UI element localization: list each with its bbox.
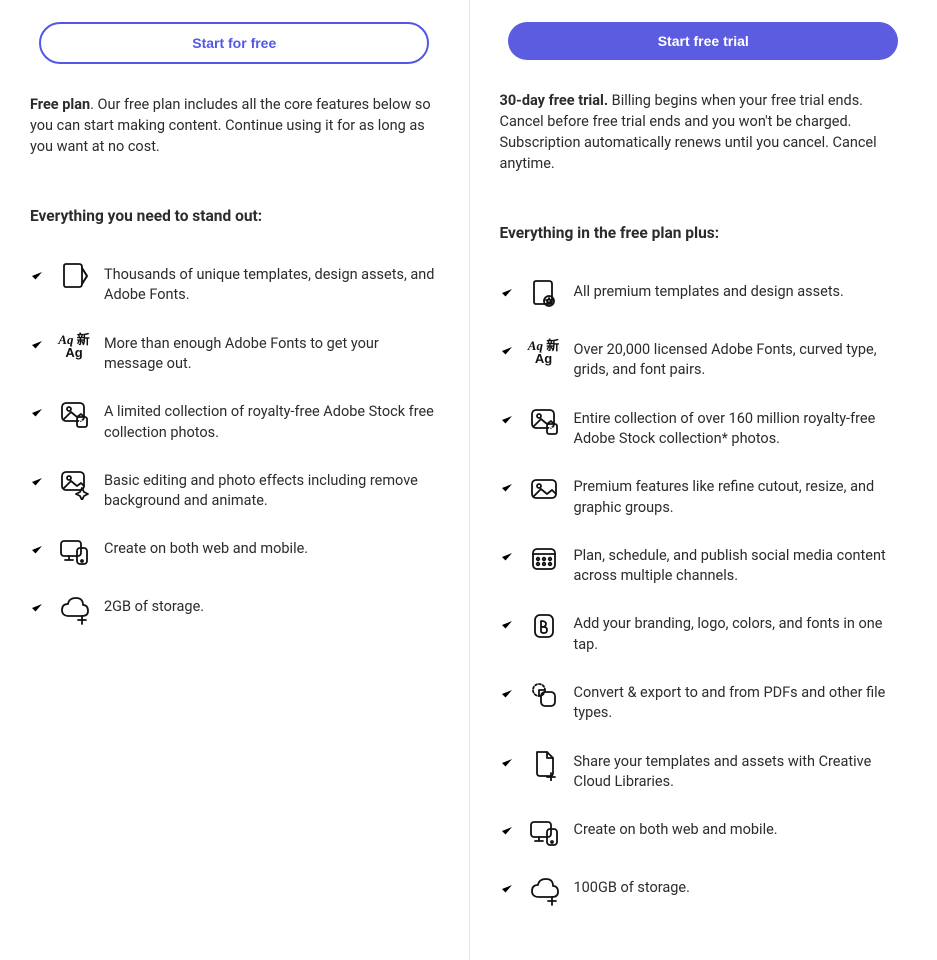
feature-text: Entire collection of over 160 million ro… (574, 403, 908, 450)
premium-photo-icon (524, 471, 564, 507)
feature-item: A limited collection of royalty-free Ado… (30, 396, 439, 443)
feature-item: Add your branding, logo, colors, and fon… (500, 608, 908, 655)
devices-icon (524, 814, 564, 850)
photo-effects-icon (54, 465, 94, 501)
feature-text: 2GB of storage. (104, 591, 439, 617)
check-icon (500, 824, 518, 838)
feature-item: Aq 新Ag More than enough Adobe Fonts to g… (30, 328, 439, 375)
check-icon (500, 687, 518, 701)
feature-text: Create on both web and mobile. (574, 814, 908, 840)
feature-item: Basic editing and photo effects includin… (30, 465, 439, 512)
convert-icon (524, 677, 564, 713)
feature-text: Add your branding, logo, colors, and fon… (574, 608, 908, 655)
feature-item: Entire collection of over 160 million ro… (500, 403, 908, 450)
feature-item: Create on both web and mobile. (30, 533, 439, 569)
check-icon (500, 481, 518, 495)
check-icon (500, 882, 518, 896)
feature-item: Convert & export to and from PDFs and ot… (500, 677, 908, 724)
fonts-icon: Aq 新Ag (524, 334, 564, 370)
feature-text: Over 20,000 licensed Adobe Fonts, curved… (574, 334, 908, 381)
check-icon (30, 338, 48, 352)
feature-text: Share your templates and assets with Cre… (574, 746, 908, 793)
check-icon (500, 344, 518, 358)
feature-item: Share your templates and assets with Cre… (500, 746, 908, 793)
feature-text: All premium templates and design assets. (574, 276, 908, 302)
check-icon (500, 618, 518, 632)
feature-text: More than enough Adobe Fonts to get your… (104, 328, 439, 375)
feature-text: Convert & export to and from PDFs and ot… (574, 677, 908, 724)
feature-text: 100GB of storage. (574, 872, 908, 898)
feature-item: Thousands of unique templates, design as… (30, 259, 439, 306)
check-icon (500, 756, 518, 770)
devices-icon (54, 533, 94, 569)
calendar-icon (524, 540, 564, 576)
check-icon (30, 601, 48, 615)
feature-item: Create on both web and mobile. (500, 814, 908, 850)
brand-icon (524, 608, 564, 644)
feature-text: Create on both web and mobile. (104, 533, 439, 559)
feature-item: Plan, schedule, and publish social media… (500, 540, 908, 587)
feature-item: 2GB of storage. (30, 591, 439, 627)
cloud-storage-icon (524, 872, 564, 908)
feature-item: Premium features like refine cutout, res… (500, 471, 908, 518)
free-plan-heading: Everything you need to stand out: (30, 207, 439, 225)
feature-item: 100GB of storage. (500, 872, 908, 908)
premium-plan-column: Start free trial 30-day free trial. Bill… (469, 0, 937, 960)
feature-text: Basic editing and photo effects includin… (104, 465, 439, 512)
check-icon (30, 406, 48, 420)
check-icon (30, 543, 48, 557)
trial-description: 30-day free trial. Billing begins when y… (500, 90, 908, 174)
file-share-icon (524, 746, 564, 782)
premium-templates-icon (524, 276, 564, 312)
feature-item: Aq 新Ag Over 20,000 licensed Adobe Fonts,… (500, 334, 908, 381)
check-icon (30, 269, 48, 283)
stock-photos-icon (54, 396, 94, 432)
check-icon (500, 286, 518, 300)
check-icon (500, 413, 518, 427)
feature-text: A limited collection of royalty-free Ado… (104, 396, 439, 443)
feature-text: Premium features like refine cutout, res… (574, 471, 908, 518)
templates-icon (54, 259, 94, 295)
stock-photos-icon (524, 403, 564, 439)
premium-plan-heading: Everything in the free plan plus: (500, 224, 908, 242)
free-plan-description: Free plan. Our free plan includes all th… (30, 94, 439, 157)
feature-text: Thousands of unique templates, design as… (104, 259, 439, 306)
start-for-free-button[interactable]: Start for free (39, 22, 429, 64)
free-plan-column: Start for free Free plan. Our free plan … (0, 0, 469, 960)
fonts-icon: Aq 新Ag (54, 328, 94, 364)
feature-item: All premium templates and design assets. (500, 276, 908, 312)
cloud-storage-icon (54, 591, 94, 627)
start-free-trial-button[interactable]: Start free trial (508, 22, 898, 60)
check-icon (30, 475, 48, 489)
feature-text: Plan, schedule, and publish social media… (574, 540, 908, 587)
check-icon (500, 550, 518, 564)
